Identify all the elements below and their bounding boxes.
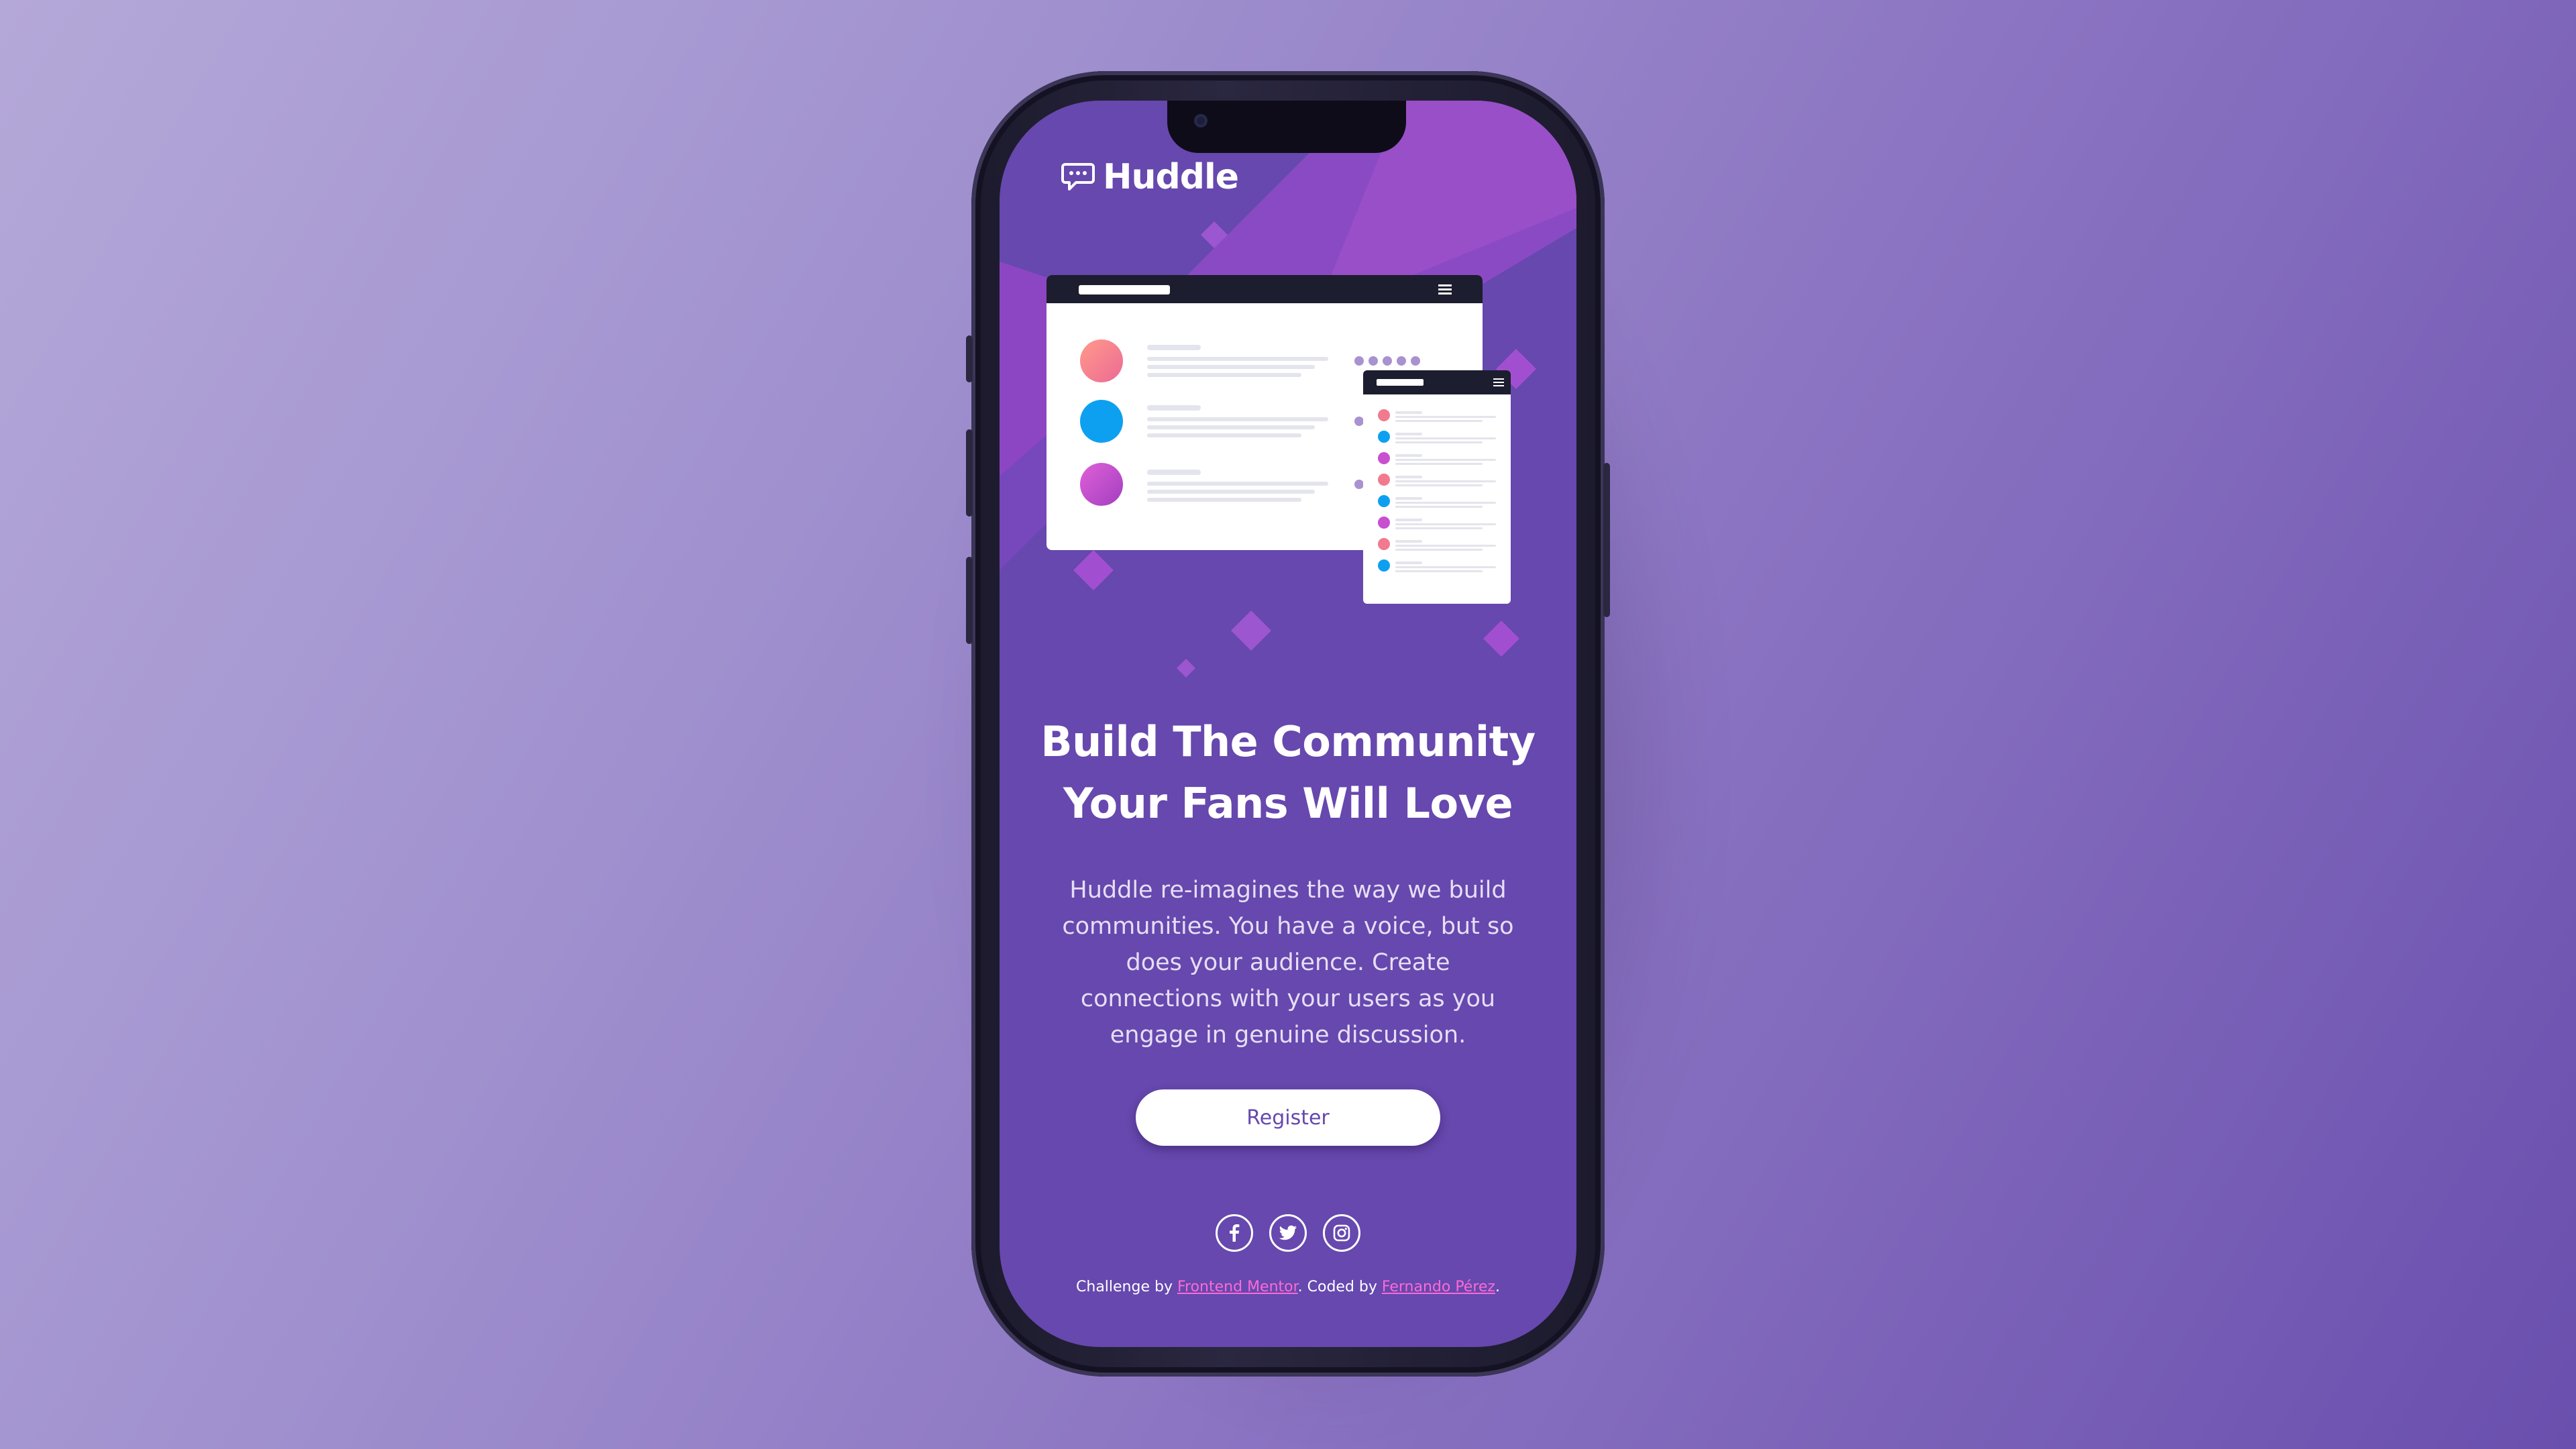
phone-silent-switch [966,335,973,382]
headline-line-2: Your Fans Will Love [1063,779,1513,828]
frontend-mentor-link[interactable]: Frontend Mentor [1177,1279,1298,1295]
social-links [1000,1214,1576,1252]
twitter-icon [1279,1225,1297,1240]
instagram-link[interactable] [1323,1214,1360,1252]
phone-volume-up [966,429,973,517]
facebook-icon [1230,1224,1240,1242]
hero-headline: Build The Community Your Fans Will Love [1000,711,1576,835]
front-camera [1194,114,1208,127]
attribution-middle: . Coded by [1297,1279,1382,1295]
author-link[interactable]: Fernando Pérez [1382,1279,1495,1295]
brand-name: Huddle [1103,157,1239,197]
headline-line-1: Build The Community [1040,717,1536,766]
phone-notch [1167,101,1406,153]
register-button[interactable]: Register [1136,1089,1440,1146]
brand-logo[interactable]: Huddle [1061,157,1239,197]
instagram-icon [1333,1224,1350,1242]
twitter-link[interactable] [1269,1214,1307,1252]
attribution-suffix: . [1495,1279,1500,1295]
phone-volume-down [966,557,973,644]
attribution-prefix: Challenge by [1076,1279,1177,1295]
footer-attribution: Challenge by Frontend Mentor. Coded by F… [1000,1279,1576,1295]
chat-bubble-logo-icon [1061,163,1095,191]
hero-description: Huddle re-imagines the way we build comm… [1062,877,1514,1049]
facebook-link[interactable] [1216,1214,1253,1252]
hero-illustration [1046,275,1511,604]
phone-screen: Huddle Build The Community Your Fans Wil… [1000,101,1576,1347]
phone-power-button [1603,463,1610,617]
